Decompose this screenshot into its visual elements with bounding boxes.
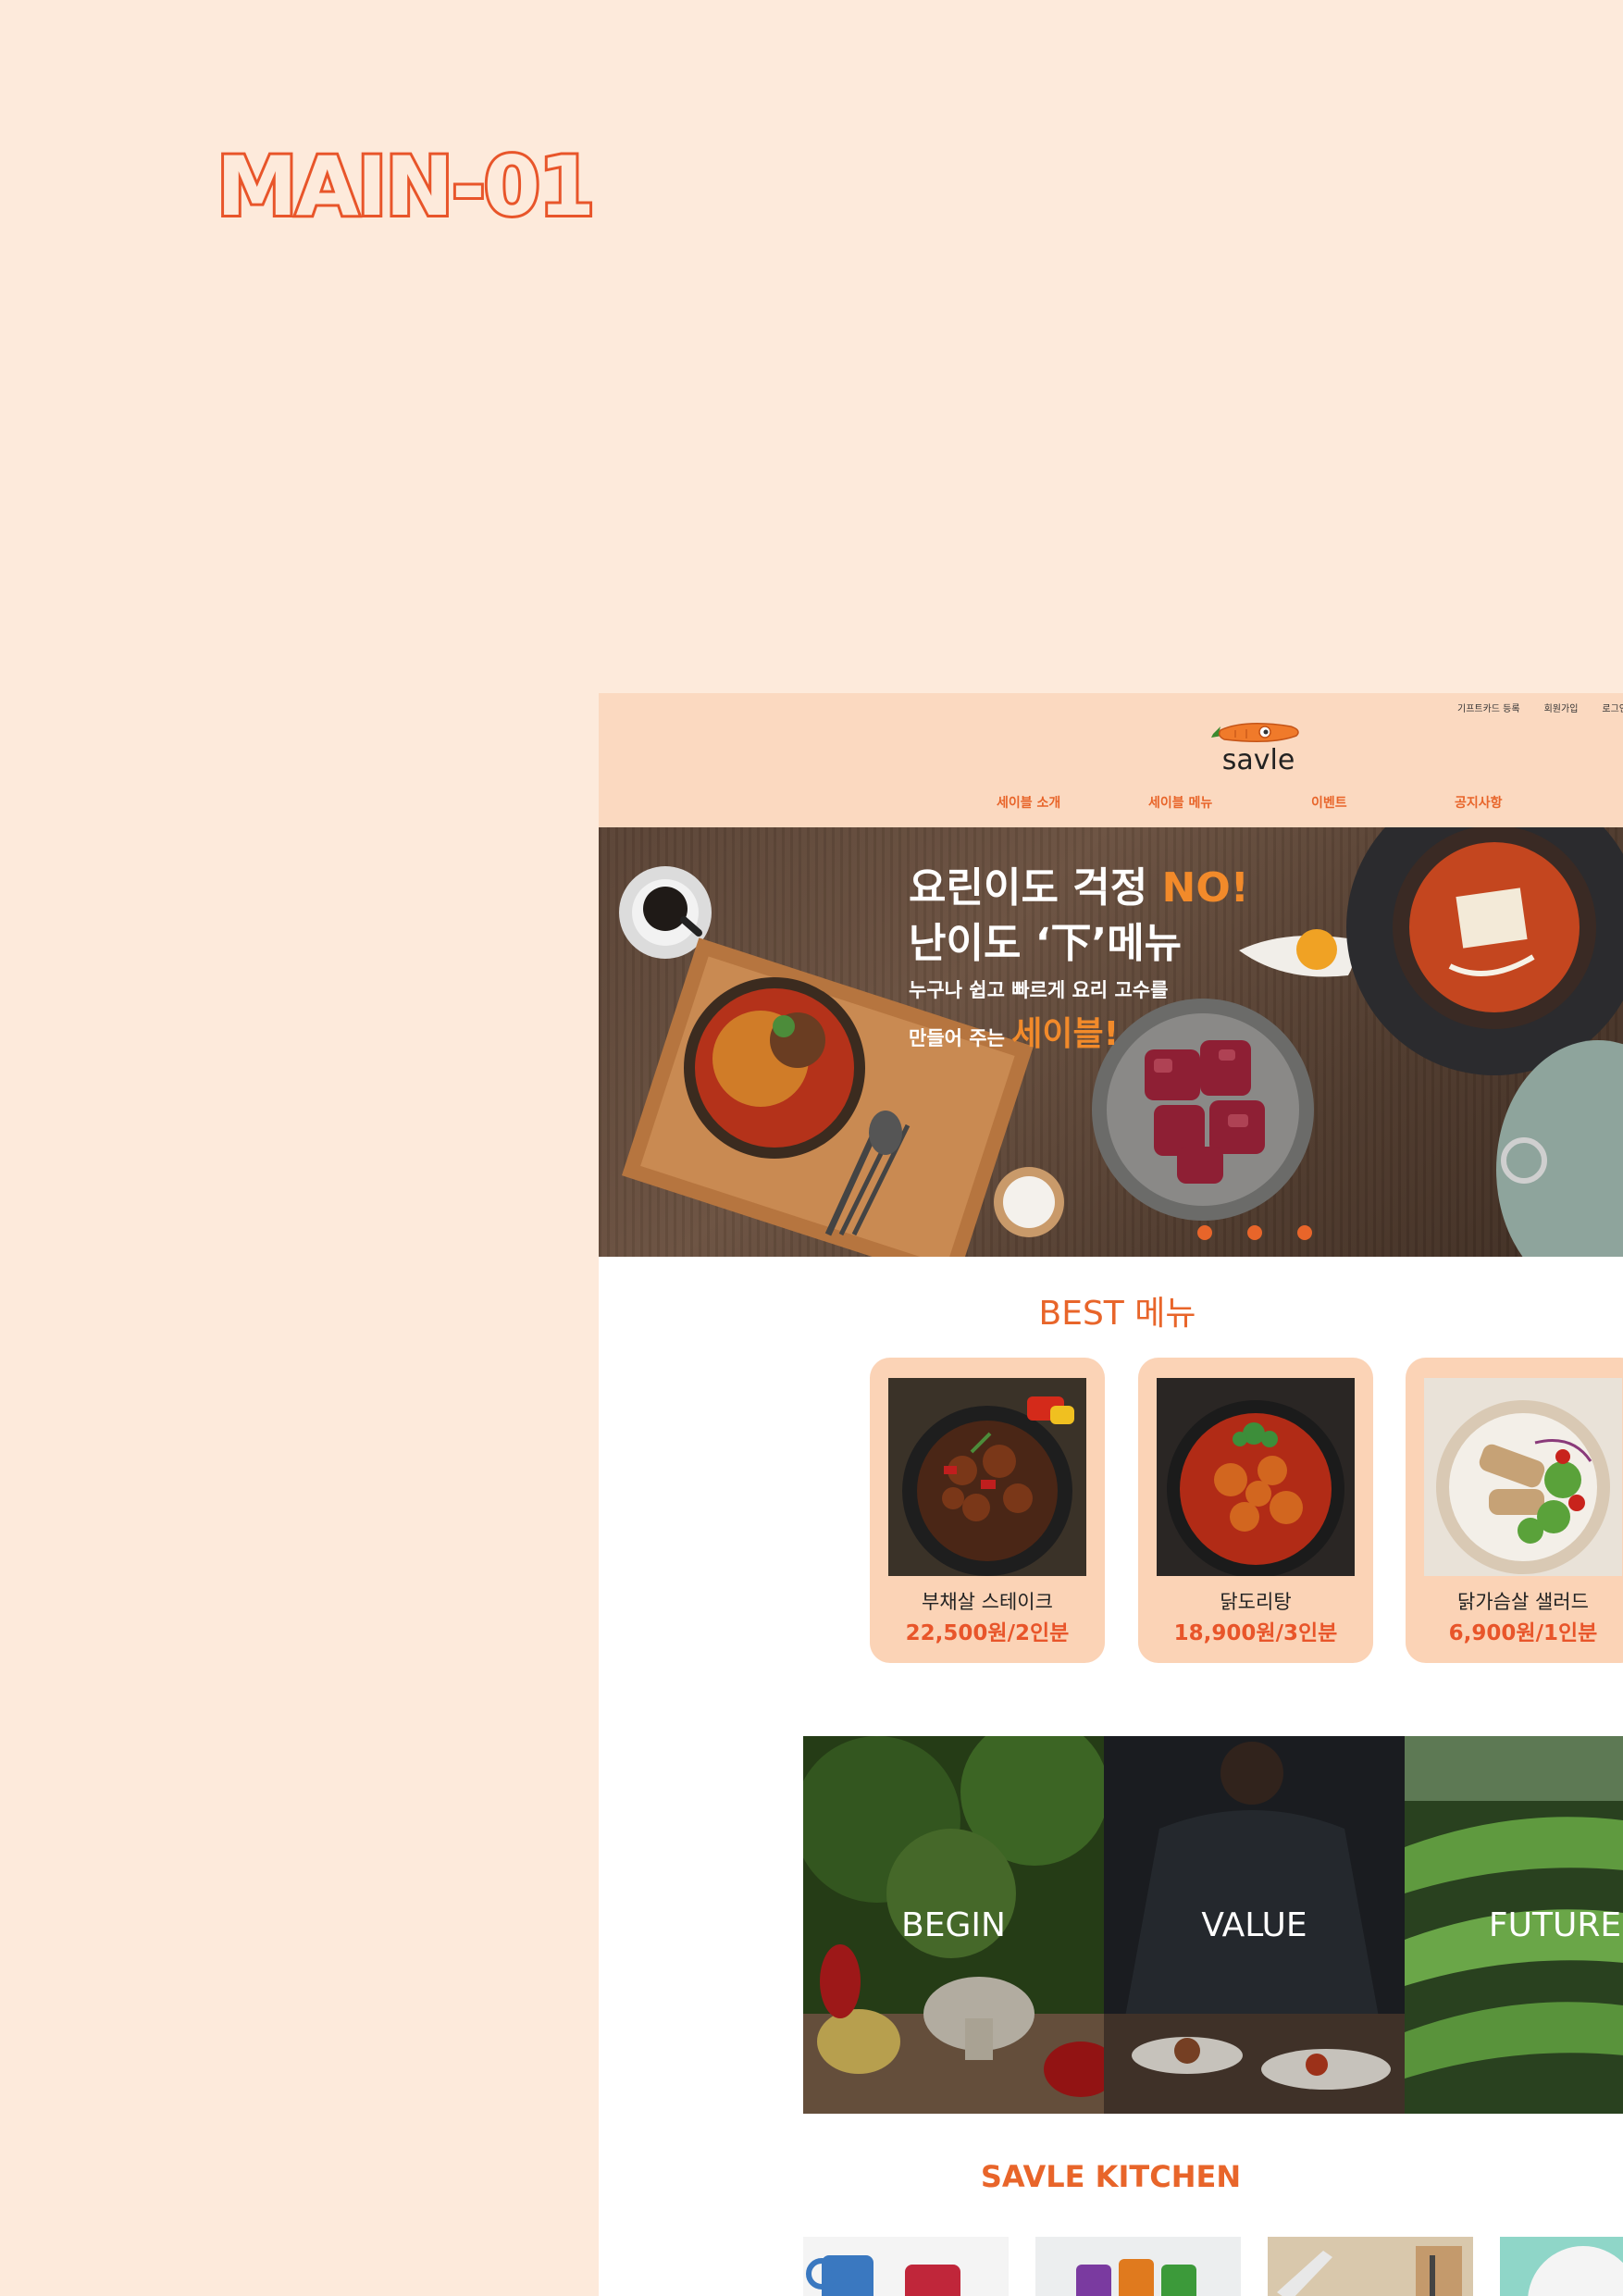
nav-about[interactable]: 세이블 소개	[997, 793, 1060, 812]
dish-photo	[1157, 1378, 1355, 1576]
hero-subline-1: 누구나 쉽고 빠르게 요리 고수를	[909, 979, 1169, 1001]
dish-price: 22,500원/2인분	[905, 1621, 1070, 1645]
slider-dot-3[interactable]	[1297, 1225, 1312, 1240]
kitchen-item-2[interactable]	[1035, 2237, 1241, 2296]
best-card-2[interactable]: 닭도리탕 18,900원/3인분	[1138, 1358, 1373, 1663]
slider-dot-2[interactable]	[1247, 1225, 1262, 1240]
hero-banner[interactable]: 요린이도 걱정 NO! 난이도 ‘下’메뉴 누구나 쉽고 빠르게 요리 고수를 …	[599, 827, 1623, 1257]
hero-headline-2: 난이도 ‘下’메뉴	[909, 920, 1183, 967]
dish-photo	[888, 1378, 1086, 1576]
kitchen-title: SAVLE KITCHEN	[980, 2159, 1242, 2194]
best-card-3[interactable]: 닭가슴살 샐러드 6,900원/1인분	[1406, 1358, 1623, 1663]
best-card-1[interactable]: 부채살 스테이크 22,500원/2인분	[870, 1358, 1105, 1663]
knife-photo	[1268, 2237, 1473, 2296]
hero-copy: 요린이도 걱정 NO! 난이도 ‘下’메뉴 누구나 쉽고 빠르게 요리 고수를 …	[909, 861, 1249, 1055]
panel-label: FUTURE	[1488, 1906, 1622, 1944]
nav-menu[interactable]: 세이블 메뉴	[1148, 793, 1212, 812]
svg-text:savle: savle	[1222, 744, 1295, 776]
nav-notice[interactable]: 공지사항	[1455, 793, 1503, 812]
tumbler-photo	[1035, 2237, 1241, 2296]
site-header: 기프트카드 등록 회원가입 로그인 savle 세이블 소개 세이블 메뉴 이벤…	[599, 693, 1623, 827]
dish-price: 6,900원/1인분	[1448, 1621, 1598, 1645]
hero-subline-2: 만들어 주는 세이블!	[909, 1015, 1120, 1053]
panel-label: BEGIN	[901, 1906, 1006, 1944]
page-label: MAIN-01	[214, 136, 598, 237]
carrot-logo-icon: savle	[1211, 723, 1299, 776]
panel-begin[interactable]: BEGIN	[803, 1736, 1104, 2114]
utility-links: 기프트카드 등록 회원가입 로그인	[1457, 701, 1623, 714]
panel-label: VALUE	[1201, 1906, 1307, 1944]
dish-price: 18,900원/3인분	[1173, 1621, 1338, 1645]
best-menu-title: BEST 메뉴	[1038, 1295, 1196, 1333]
dish-photo	[1424, 1378, 1622, 1576]
login-link[interactable]: 로그인	[1602, 701, 1623, 714]
dish-name: 닭도리탕	[1220, 1591, 1292, 1613]
giftcard-link[interactable]: 기프트카드 등록	[1457, 701, 1520, 714]
mug-photo	[803, 2237, 1009, 2296]
panel-value[interactable]: VALUE	[1104, 1736, 1405, 2114]
main-nav: 세이블 소개 세이블 메뉴 이벤트 공지사항	[599, 793, 1623, 812]
slider-dots	[1197, 1225, 1312, 1240]
dish-name: 닭가슴살 샐러드	[1457, 1591, 1589, 1613]
signup-link[interactable]: 회원가입	[1544, 701, 1579, 714]
kitchen-item-1[interactable]	[803, 2237, 1009, 2296]
hero-headline-1: 요린이도 걱정 NO!	[909, 864, 1249, 912]
slider-dot-1[interactable]	[1197, 1225, 1212, 1240]
dish-name: 부채살 스테이크	[922, 1591, 1053, 1613]
nav-event[interactable]: 이벤트	[1311, 793, 1347, 812]
logo[interactable]: savle	[1208, 717, 1309, 782]
website-mockup: 기프트카드 등록 회원가입 로그인 savle 세이블 소개 세이블 메뉴 이벤…	[599, 693, 1623, 2296]
panel-future[interactable]: FUTURE	[1405, 1736, 1623, 2114]
plate-photo	[1500, 2237, 1623, 2296]
kitchen-item-3[interactable]	[1268, 2237, 1473, 2296]
kitchen-item-4[interactable]	[1500, 2237, 1623, 2296]
